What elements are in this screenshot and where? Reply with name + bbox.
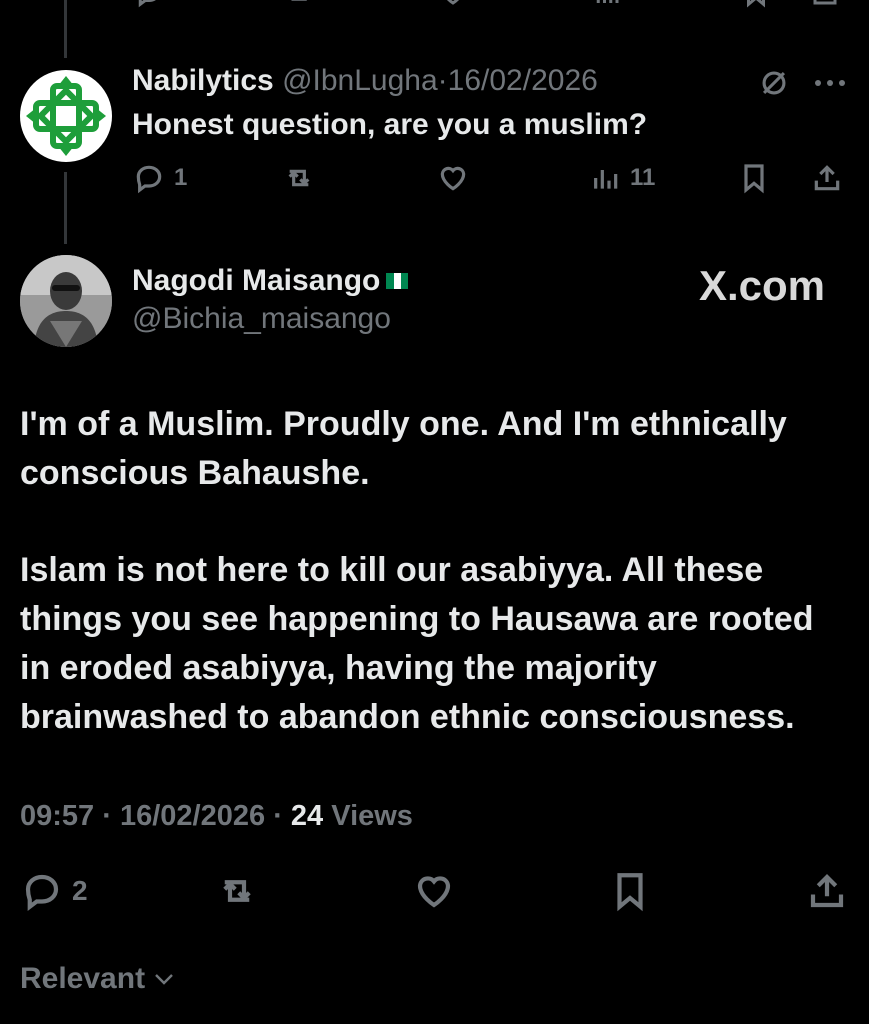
- separator: ·: [437, 64, 448, 97]
- bookmark-button[interactable]: [608, 870, 652, 912]
- bookmark-button[interactable]: [738, 162, 770, 194]
- nigeria-flag-icon: [386, 273, 409, 289]
- views-icon[interactable]: [590, 0, 624, 8]
- repost-icon: [223, 880, 251, 902]
- repost-button[interactable]: [280, 162, 318, 194]
- reply-icon[interactable]: [132, 0, 166, 8]
- bookmark-icon[interactable]: [740, 0, 772, 8]
- previous-tweet-actions: [0, 0, 869, 12]
- tweet-paragraph: I'm of a Muslim. Proudly one. And I'm et…: [20, 405, 787, 492]
- reply-count: 1: [174, 164, 188, 191]
- repost-button[interactable]: [212, 870, 262, 912]
- repost-icon: [288, 169, 310, 187]
- grok-icon[interactable]: [757, 66, 791, 100]
- sort-replies-dropdown[interactable]: Relevant: [20, 962, 175, 996]
- tweet-meta: 09:57 · 16/02/2026 · 24 Views: [20, 800, 413, 833]
- like-button[interactable]: [410, 870, 458, 912]
- heart-icon: [417, 876, 451, 908]
- separator: ·: [273, 800, 283, 832]
- tweet-paragraph: Islam is not here to kill our asabiyya. …: [20, 551, 814, 736]
- chevron-down-icon: [155, 974, 173, 985]
- reply-button[interactable]: 2: [20, 870, 88, 912]
- heart-icon: [440, 166, 466, 191]
- tweet-text[interactable]: Honest question, are you a muslim?: [132, 108, 647, 142]
- views-label[interactable]: Views: [331, 800, 413, 832]
- watermark: X.com: [698, 262, 825, 309]
- bookmark-icon: [744, 164, 764, 194]
- views-button[interactable]: 11: [588, 162, 655, 194]
- more-icon[interactable]: [813, 78, 847, 88]
- share-button[interactable]: [810, 162, 844, 194]
- like-button[interactable]: [435, 162, 471, 194]
- reply-count: 2: [72, 875, 88, 906]
- share-icon: [810, 874, 844, 908]
- tweet-header-icons: [757, 66, 847, 100]
- repost-icon[interactable]: [280, 0, 316, 8]
- avatar[interactable]: [20, 255, 112, 347]
- heart-icon[interactable]: [436, 0, 470, 8]
- author-name[interactable]: Nabilytics: [132, 64, 274, 97]
- author-name-row: Nagodi Maisango: [132, 264, 409, 298]
- views-count[interactable]: 24: [291, 800, 323, 832]
- author-handle[interactable]: @IbnLugha: [282, 64, 438, 97]
- thread-line: [64, 0, 67, 58]
- thread-line: [64, 172, 67, 244]
- sort-label: Relevant: [20, 962, 146, 995]
- reply-icon: [25, 874, 59, 911]
- tweet-header: Nabilytics @IbnLugha·16/02/2026: [132, 64, 598, 98]
- tweet-time: 09:57: [20, 800, 95, 832]
- separator: ·: [102, 800, 112, 832]
- share-button[interactable]: [804, 870, 850, 912]
- tweet-actions: 2: [20, 866, 850, 916]
- share-icon[interactable]: [808, 0, 842, 8]
- author-name[interactable]: Nagodi Maisango: [132, 264, 380, 298]
- tweet-actions: 1 11: [132, 160, 848, 200]
- tweet-text: I'm of a Muslim. Proudly one. And I'm et…: [20, 400, 850, 790]
- share-icon: [814, 165, 840, 191]
- bookmark-icon: [617, 873, 643, 912]
- views-count: 11: [630, 164, 656, 191]
- tweet-date[interactable]: 16/02/2026: [448, 64, 598, 97]
- reply-button[interactable]: 1: [132, 162, 187, 194]
- avatar[interactable]: [20, 70, 112, 162]
- views-icon: [594, 170, 618, 189]
- reply-icon: [136, 165, 162, 194]
- author-handle[interactable]: @Bichia_maisango: [132, 302, 391, 336]
- profile-photo-icon: [20, 255, 112, 347]
- tweet-date: 16/02/2026: [119, 800, 266, 832]
- knot-logo-icon: [26, 76, 106, 156]
